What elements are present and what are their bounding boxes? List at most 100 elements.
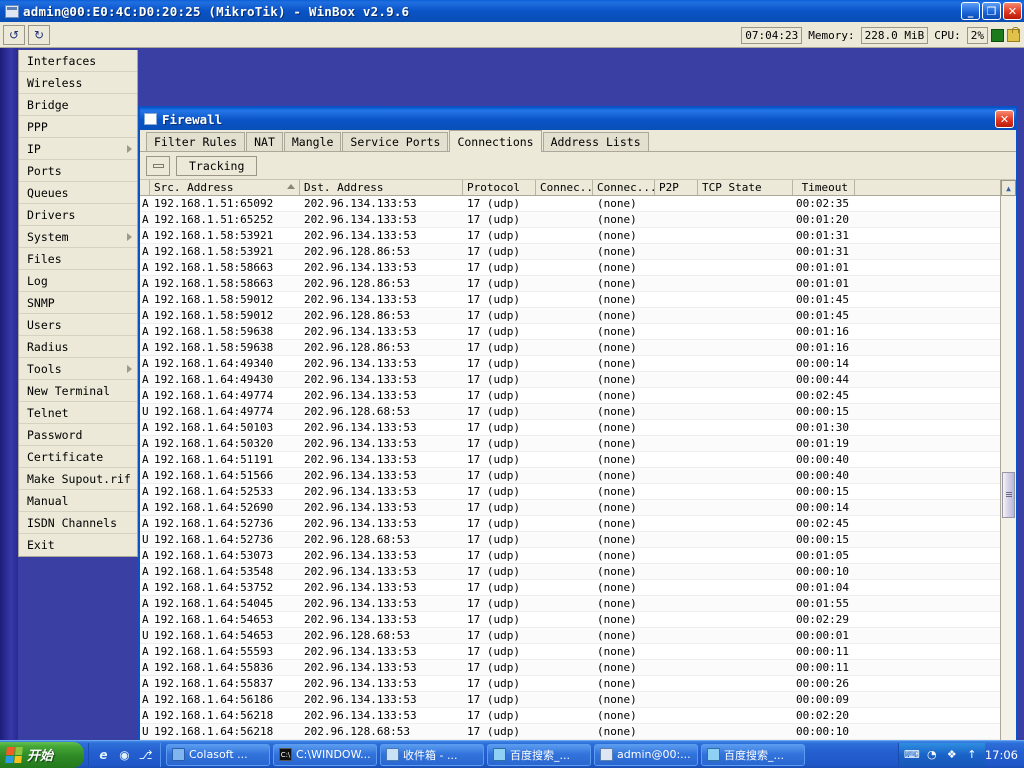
tab-filter-rules[interactable]: Filter Rules [146,132,246,151]
taskbar-task-button[interactable]: C:\ C:\WINDOW... [273,743,377,766]
scroll-up-icon[interactable]: ▲ [1001,180,1016,196]
table-row[interactable]: A 192.168.1.58:59638 202.96.128.86:53 17 (u… [140,340,1000,356]
menu-item-wireless[interactable]: Wireless [19,72,137,94]
menu-item-ppp[interactable]: PPP [19,116,137,138]
windows-taskbar: 开始 e ◉ ⎇ Colasoft ... C:\ C:\WINDOW... 收件箱 - … [0,740,1024,768]
table-row[interactable]: A 192.168.1.64:53073 202.96.134.133:53 17 (… [140,548,1000,564]
column-header-dst[interactable]: Dst. Address [300,180,463,195]
column-header-c2[interactable]: Connec... [593,180,655,195]
menu-item-password[interactable]: Password [19,424,137,446]
table-row[interactable]: A 192.168.1.58:53921 202.96.134.133:53 17 (… [140,228,1000,244]
table-row[interactable]: A 192.168.1.58:59012 202.96.128.86:53 17 (u… [140,308,1000,324]
menu-item-manual[interactable]: Manual [19,490,137,512]
table-row[interactable]: A 192.168.1.58:59012 202.96.134.133:53 17 (… [140,292,1000,308]
column-header-timeout[interactable]: Timeout [793,180,855,195]
table-row[interactable]: A 192.168.1.64:56218 202.96.134.133:53 17 (… [140,708,1000,724]
menu-item-log[interactable]: Log [19,270,137,292]
menu-item-queues[interactable]: Queues [19,182,137,204]
table-row[interactable]: A 192.168.1.64:55593 202.96.134.133:53 17 (… [140,644,1000,660]
menu-item-certificate[interactable]: Certificate [19,446,137,468]
maximize-restore-button[interactable]: ❐ [982,2,1001,20]
close-button[interactable]: ✕ [1003,2,1022,20]
update-icon[interactable]: ↑ [965,748,979,762]
column-header-p2p[interactable]: P2P [655,180,698,195]
menu-item-system[interactable]: System [19,226,137,248]
vertical-scrollbar[interactable]: ▲ ▼ [1000,180,1016,740]
tracking-button[interactable]: Tracking [176,155,258,176]
table-row[interactable]: U 192.168.1.64:54653 202.96.128.68:53 17 (u… [140,628,1000,644]
table-row[interactable]: A 192.168.1.64:49340 202.96.134.133:53 17 (… [140,356,1000,372]
menu-item-snmp[interactable]: SNMP [19,292,137,314]
table-row[interactable]: A 192.168.1.58:59638 202.96.134.133:53 17 (… [140,324,1000,340]
menu-item-users[interactable]: Users [19,314,137,336]
menu-item-ports[interactable]: Ports [19,160,137,182]
table-row[interactable]: U 192.168.1.64:49774 202.96.128.68:53 17 (u… [140,404,1000,420]
internet-explorer-icon[interactable]: e [96,747,111,762]
menu-item-radius[interactable]: Radius [19,336,137,358]
firewall-close-button[interactable]: ✕ [995,110,1014,128]
column-header-c1[interactable]: Connec... [536,180,593,195]
menu-item-tools[interactable]: Tools [19,358,137,380]
menu-item-bridge[interactable]: Bridge [19,94,137,116]
table-row[interactable]: A 192.168.1.64:54653 202.96.134.133:53 17 (… [140,612,1000,628]
taskbar-task-button[interactable]: Colasoft ... [166,743,270,766]
table-row[interactable]: A 192.168.1.64:49774 202.96.134.133:53 17 (… [140,388,1000,404]
menu-item-files[interactable]: Files [19,248,137,270]
remove-connection-button[interactable] [146,155,170,176]
scrollbar-thumb[interactable] [1002,472,1015,518]
table-row[interactable]: A 192.168.1.64:53752 202.96.134.133:53 17 (… [140,580,1000,596]
column-header-flag[interactable] [140,180,150,195]
tab-address-lists[interactable]: Address Lists [542,132,649,151]
table-row[interactable]: A 192.168.1.64:52690 202.96.134.133:53 17 (… [140,500,1000,516]
volume-icon[interactable]: ◔ [925,748,939,762]
table-row[interactable]: A 192.168.1.51:65252 202.96.134.133:53 17 (… [140,212,1000,228]
menu-item-isdn-channels[interactable]: ISDN Channels [19,512,137,534]
table-row[interactable]: A 192.168.1.64:55836 202.96.134.133:53 17 (… [140,660,1000,676]
table-row[interactable]: A 192.168.1.51:65092 202.96.134.133:53 17 (… [140,196,1000,212]
undo-icon[interactable]: ↺ [3,24,25,45]
keyboard-layout-icon[interactable]: ⌨ [904,748,920,762]
tab-mangle[interactable]: Mangle [283,132,342,151]
cell-flag: A [142,341,149,354]
column-header-tcp[interactable]: TCP State [698,180,793,195]
taskbar-task-button[interactable]: 百度搜索_... [487,743,591,766]
start-button[interactable]: 开始 [0,741,84,768]
menu-item-interfaces[interactable]: Interfaces [19,50,137,72]
table-row[interactable]: A 192.168.1.64:50320 202.96.134.133:53 17 (… [140,436,1000,452]
taskbar-task-button[interactable]: admin@00:... [594,743,698,766]
table-row[interactable]: A 192.168.1.64:56186 202.96.134.133:53 17 (… [140,692,1000,708]
table-row[interactable]: A 192.168.1.58:58663 202.96.134.133:53 17 (… [140,260,1000,276]
menu-item-new-terminal[interactable]: New Terminal [19,380,137,402]
table-row[interactable]: A 192.168.1.64:52533 202.96.134.133:53 17 (… [140,484,1000,500]
menu-item-drivers[interactable]: Drivers [19,204,137,226]
redo-icon[interactable]: ↻ [28,24,50,45]
table-row[interactable]: A 192.168.1.58:58663 202.96.128.86:53 17 (u… [140,276,1000,292]
menu-item-exit[interactable]: Exit [19,534,137,556]
media-player-icon[interactable]: ◉ [117,747,132,762]
table-row[interactable]: U 192.168.1.64:56218 202.96.128.68:53 17 (u… [140,724,1000,740]
menu-item-make-supout-rif[interactable]: Make Supout.rif [19,468,137,490]
network-icon[interactable]: ❖ [945,748,959,762]
taskbar-task-button[interactable]: 收件箱 - ... [380,743,484,766]
menu-item-ip[interactable]: IP [19,138,137,160]
table-row[interactable]: A 192.168.1.64:51191 202.96.134.133:53 17 (… [140,452,1000,468]
table-row[interactable]: A 192.168.1.64:54045 202.96.134.133:53 17 (… [140,596,1000,612]
menu-item-telnet[interactable]: Telnet [19,402,137,424]
column-header-src[interactable]: Src. Address [150,180,300,195]
table-row[interactable]: A 192.168.1.58:53921 202.96.128.86:53 17 (u… [140,244,1000,260]
tab-nat[interactable]: NAT [246,132,283,151]
table-row[interactable]: A 192.168.1.64:52736 202.96.134.133:53 17 (… [140,516,1000,532]
cell-src: 192.168.1.64:54653 [154,613,274,626]
table-row[interactable]: A 192.168.1.64:49430 202.96.134.133:53 17 (… [140,372,1000,388]
table-row[interactable]: A 192.168.1.64:50103 202.96.134.133:53 17 (… [140,420,1000,436]
column-header-proto[interactable]: Protocol [463,180,536,195]
taskbar-task-button[interactable]: 百度搜索_... [701,743,805,766]
table-row[interactable]: A 192.168.1.64:53548 202.96.134.133:53 17 (… [140,564,1000,580]
table-row[interactable]: U 192.168.1.64:52736 202.96.128.68:53 17 (u… [140,532,1000,548]
tab-connections[interactable]: Connections [449,130,542,152]
tab-service-ports[interactable]: Service Ports [342,132,449,151]
table-row[interactable]: A 192.168.1.64:51566 202.96.134.133:53 17 (… [140,468,1000,484]
table-row[interactable]: A 192.168.1.64:55837 202.96.134.133:53 17 (… [140,676,1000,692]
minimize-button[interactable]: _ [961,2,980,20]
show-desktop-icon[interactable]: ⎇ [138,747,153,762]
